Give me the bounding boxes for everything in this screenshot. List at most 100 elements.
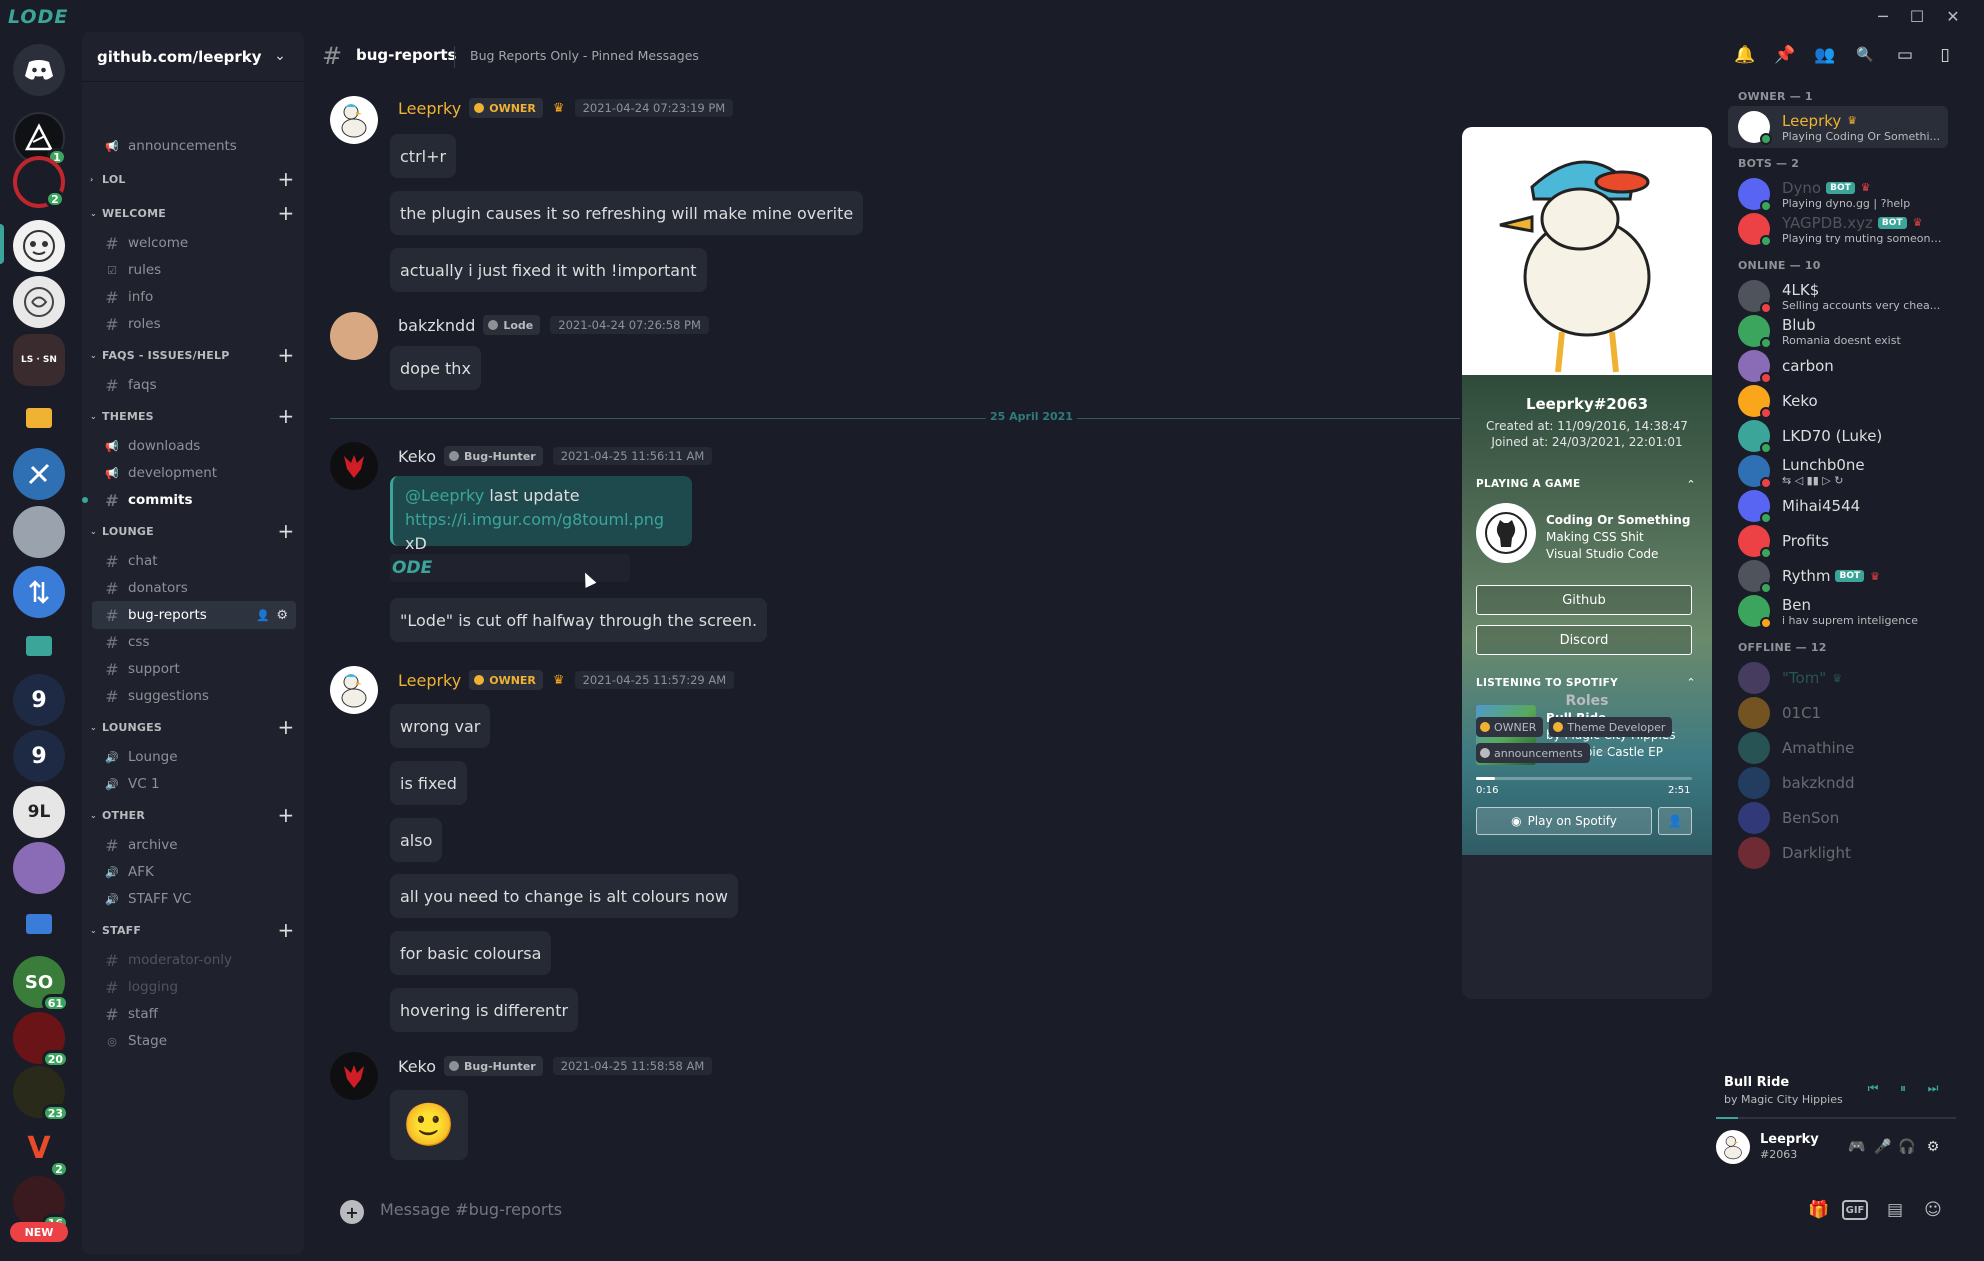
message-bubble[interactable]: actually i just fixed it with !important bbox=[390, 248, 707, 292]
inbox-icon[interactable]: ▭ bbox=[1892, 42, 1918, 68]
category-header[interactable]: ⌄ THEMES + bbox=[90, 404, 296, 428]
message-bubble[interactable]: "Lode" is cut off halfway through the sc… bbox=[390, 598, 768, 642]
channel-suggestions[interactable]: # suggestions bbox=[92, 682, 296, 710]
avatar[interactable] bbox=[330, 96, 378, 144]
add-channel-icon[interactable]: + bbox=[276, 404, 296, 428]
category-header[interactable]: › LOL + bbox=[90, 167, 296, 191]
avatar[interactable] bbox=[330, 442, 378, 490]
gif-icon[interactable]: GIF bbox=[1842, 1200, 1868, 1220]
headphones-icon[interactable]: 🎧 bbox=[1896, 1136, 1918, 1158]
channel-afk[interactable]: 🔊 AFK bbox=[92, 858, 296, 886]
server-icon[interactable]: 23 bbox=[13, 1066, 69, 1122]
channel-rules[interactable]: ☑ rules bbox=[92, 256, 296, 284]
chevron-up-icon[interactable]: ⌃ bbox=[1684, 675, 1698, 689]
microphone-icon[interactable]: 🎤 bbox=[1872, 1136, 1894, 1158]
category-header[interactable]: ⌄ LOUNGE + bbox=[90, 519, 296, 543]
channel-commits[interactable]: # commits bbox=[92, 486, 296, 514]
message-bubble[interactable]: the plugin causes it so refreshing will … bbox=[390, 191, 864, 235]
server-folder-icon[interactable]: LS · SN bbox=[13, 334, 65, 386]
help-icon[interactable]: ▯ bbox=[1932, 42, 1958, 68]
add-channel-icon[interactable]: + bbox=[276, 715, 296, 739]
add-role-button[interactable]: + bbox=[1600, 743, 1611, 763]
sticker-icon[interactable]: ▤ bbox=[1880, 1195, 1910, 1225]
github-button[interactable]: Github bbox=[1476, 585, 1692, 615]
channel-development[interactable]: 📢 development bbox=[92, 459, 296, 487]
server-icon[interactable] bbox=[13, 220, 65, 272]
server-icon[interactable] bbox=[13, 566, 65, 618]
channel-lounge[interactable]: 🔊 Lounge bbox=[92, 743, 296, 771]
add-attachment-icon[interactable]: + bbox=[340, 1200, 364, 1224]
profile-username[interactable]: Leeprky#2063 bbox=[1462, 395, 1712, 413]
member-item[interactable]: Leeprky ♛ Playing Coding Or Somethi... bbox=[1728, 106, 1948, 148]
message-bubble[interactable]: dope thx bbox=[390, 346, 481, 390]
pause-icon[interactable]: ⏸ bbox=[1892, 1077, 1914, 1099]
channel-css[interactable]: # css bbox=[92, 628, 296, 656]
emoji-message[interactable]: 🙂 bbox=[390, 1090, 468, 1160]
search-icon[interactable]: 🔍 bbox=[1852, 42, 1878, 68]
pin-icon[interactable]: 📌 bbox=[1772, 42, 1798, 68]
message-input[interactable]: Message #bug-reports bbox=[380, 1200, 562, 1219]
mention-message[interactable]: @Leeprky last update https://i.imgur.com… bbox=[390, 476, 692, 553]
server-icon[interactable] bbox=[13, 276, 65, 328]
message-bubble[interactable]: is fixed bbox=[390, 761, 467, 805]
add-channel-icon[interactable]: + bbox=[276, 343, 296, 367]
gift-icon[interactable]: 🎁 bbox=[1804, 1195, 1834, 1225]
server-header[interactable]: github.com/leeprky ⌄ bbox=[82, 32, 304, 82]
chevron-up-icon[interactable]: ⌃ bbox=[1684, 477, 1698, 491]
channel-info[interactable]: # info bbox=[92, 283, 296, 311]
folder-icon[interactable] bbox=[26, 636, 52, 656]
channel-archive[interactable]: # archive bbox=[92, 831, 296, 859]
role-chip[interactable]: OWNER bbox=[1476, 717, 1544, 737]
join-party-icon[interactable]: 👤 bbox=[1658, 807, 1692, 835]
maximize-icon[interactable]: ☐ bbox=[1904, 4, 1930, 28]
discord-button[interactable]: Discord bbox=[1476, 625, 1692, 655]
role-chip[interactable]: Theme Developer bbox=[1549, 717, 1673, 737]
add-channel-icon[interactable]: + bbox=[276, 519, 296, 543]
message-bubble[interactable]: for basic coloursa bbox=[390, 931, 552, 975]
message-bubble[interactable]: hovering is differentr bbox=[390, 988, 579, 1032]
bell-icon[interactable]: 🔔 bbox=[1732, 42, 1758, 68]
server-icon[interactable]: 16 bbox=[13, 1176, 69, 1232]
channel-moderator-only[interactable]: # moderator-only bbox=[92, 946, 296, 974]
avatar[interactable] bbox=[330, 312, 378, 360]
server-icon[interactable]: V 2 bbox=[13, 1122, 69, 1178]
channel-faqs[interactable]: # faqs bbox=[92, 371, 296, 399]
channel-bug-reports[interactable]: # bug-reports 👤 ⚙ bbox=[92, 601, 296, 629]
channel-support[interactable]: # support bbox=[92, 655, 296, 683]
emoji-icon[interactable]: ☺ bbox=[1918, 1195, 1948, 1225]
message-author[interactable]: Leeprky bbox=[398, 671, 461, 690]
folder-icon[interactable] bbox=[26, 914, 52, 934]
message-author[interactable]: Keko bbox=[398, 1057, 436, 1076]
play-on-spotify-button[interactable]: ◉ Play on Spotify bbox=[1476, 807, 1652, 835]
channel-donators[interactable]: # donators bbox=[92, 574, 296, 602]
channel-staff[interactable]: # staff bbox=[92, 1000, 296, 1028]
add-channel-icon[interactable]: + bbox=[276, 803, 296, 827]
channel-stage[interactable]: ◎ Stage bbox=[92, 1027, 296, 1055]
message-author[interactable]: Leeprky bbox=[398, 99, 461, 118]
channel-logging[interactable]: # logging bbox=[92, 973, 296, 1001]
message-bubble[interactable]: all you need to change is alt colours no… bbox=[390, 874, 738, 918]
server-icon[interactable]: 2 bbox=[13, 156, 65, 208]
add-channel-icon[interactable]: + bbox=[276, 167, 296, 191]
invite-icon[interactable]: 👤 bbox=[256, 609, 270, 622]
message-bubble[interactable]: wrong var bbox=[390, 704, 491, 748]
members-icon[interactable]: 👥 bbox=[1812, 42, 1838, 68]
category-header[interactable]: ⌄ LOUNGES + bbox=[90, 715, 296, 739]
channel-staff-vc[interactable]: 🔊 STAFF VC bbox=[92, 885, 296, 913]
now-playing-title[interactable]: Bull Ride bbox=[1724, 1075, 1789, 1090]
message-link[interactable]: https://i.imgur.com/g8touml.png bbox=[405, 510, 664, 529]
next-track-icon[interactable]: ⏭ bbox=[1922, 1077, 1944, 1099]
folder-icon[interactable] bbox=[26, 408, 52, 428]
chevron-down-icon[interactable]: ⌄ bbox=[268, 44, 292, 68]
member-item[interactable]: YAGPDB.xyz BOT ♛ Playing try muting someone… bbox=[1728, 208, 1948, 250]
close-icon[interactable]: ✕ bbox=[1940, 4, 1966, 28]
message-bubble[interactable]: also bbox=[390, 818, 443, 862]
channel-vc-1[interactable]: 🔊 VC 1 bbox=[92, 770, 296, 798]
server-icon[interactable]: SO 61 bbox=[13, 956, 69, 1012]
server-icon[interactable]: 9 bbox=[13, 730, 65, 782]
settings-icon[interactable]: ⚙ bbox=[1922, 1136, 1944, 1158]
avatar[interactable] bbox=[330, 1052, 378, 1100]
message-bubble[interactable]: ctrl+r bbox=[390, 134, 457, 178]
server-icon[interactable] bbox=[13, 448, 65, 500]
category-header[interactable]: ⌄ OTHER + bbox=[90, 803, 296, 827]
